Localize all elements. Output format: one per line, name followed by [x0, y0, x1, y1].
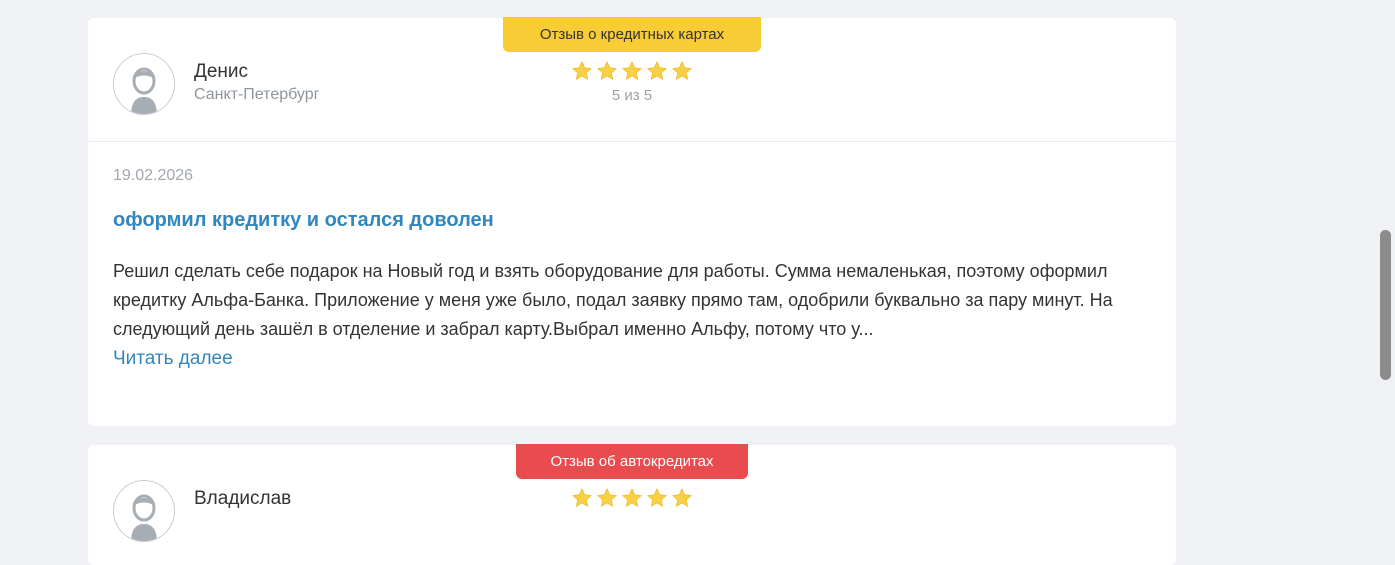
- star-icon: [622, 61, 642, 80]
- user-avatar-icon: [113, 53, 175, 115]
- rating: 5 из 5: [570, 60, 694, 104]
- review-card: Отзыв об автокредитах Владислав: [88, 444, 1176, 565]
- read-more-link[interactable]: Читать далее: [113, 348, 233, 370]
- star-icon: [572, 61, 592, 80]
- author-name: Денис: [194, 61, 249, 82]
- review-card: Отзыв о кредитных картах Денис Санкт-Пет…: [88, 17, 1176, 426]
- star-icon: [597, 488, 617, 507]
- review-date: 19.02.2026: [113, 167, 194, 184]
- star-icon: [572, 488, 592, 507]
- divider: [88, 141, 1176, 142]
- review-category-badge[interactable]: Отзыв об автокредитах: [516, 444, 748, 479]
- author-city: Санкт-Петербург: [194, 86, 320, 103]
- rating-stars: [571, 60, 693, 82]
- scrollbar-thumb[interactable]: [1380, 230, 1391, 380]
- review-category-badge[interactable]: Отзыв о кредитных картах: [503, 17, 761, 52]
- review-text: Решил сделать себе подарок на Новый год …: [113, 261, 1113, 339]
- star-icon: [622, 488, 642, 507]
- review-title[interactable]: оформил кредитку и остался доволен: [113, 209, 494, 232]
- rating: [570, 487, 694, 509]
- star-icon: [672, 488, 692, 507]
- rating-stars: [571, 487, 693, 509]
- star-icon: [647, 488, 667, 507]
- star-icon: [672, 61, 692, 80]
- user-avatar-icon: [113, 480, 175, 542]
- rating-text: 5 из 5: [611, 87, 653, 104]
- star-icon: [597, 61, 617, 80]
- star-icon: [647, 61, 667, 80]
- author-name: Владислав: [194, 488, 292, 509]
